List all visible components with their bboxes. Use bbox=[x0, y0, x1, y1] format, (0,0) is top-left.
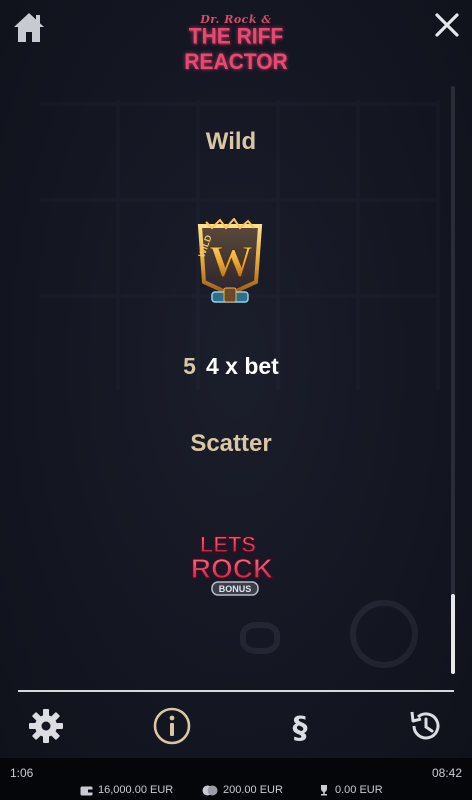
svg-text:W: W bbox=[209, 237, 253, 286]
settings-button[interactable] bbox=[26, 706, 66, 746]
wild-heading: Wild bbox=[205, 128, 257, 155]
wild-payout-row: 5 4 x bet bbox=[0, 353, 462, 380]
section-icon: § bbox=[293, 711, 308, 746]
clock: 08:42 bbox=[431, 766, 462, 780]
svg-text:§: § bbox=[293, 711, 308, 746]
win-value: 0.00 EUR bbox=[335, 784, 383, 796]
wallet-icon bbox=[80, 786, 93, 795]
close-button[interactable] bbox=[432, 10, 462, 40]
gear-icon bbox=[29, 709, 63, 743]
home-icon bbox=[14, 13, 44, 42]
logo-title: THE RIFF REACTOR bbox=[184, 24, 288, 75]
win-display: 0.00 EUR bbox=[318, 784, 383, 796]
balance-value: 16,000.00 EUR bbox=[98, 784, 174, 796]
bottom-toolbar: § bbox=[0, 700, 472, 752]
close-icon bbox=[435, 13, 459, 37]
history-button[interactable] bbox=[406, 706, 446, 746]
trophy-icon bbox=[321, 785, 327, 796]
svg-text:ROCK: ROCK bbox=[191, 553, 273, 584]
top-bar: Dr. Rock & THE RIFF REACTOR bbox=[0, 0, 472, 75]
scatter-heading: Scatter bbox=[190, 430, 272, 457]
info-icon bbox=[153, 707, 191, 745]
lets-rock-bonus-icon: LETS ROCK BONUS bbox=[180, 528, 284, 604]
wild-symbol-icon: W WILD bbox=[190, 217, 270, 310]
paytable-content: Wild W WILD 5 4 x bet Scatter LETS ROCK … bbox=[0, 100, 472, 680]
balance-display: 16,000.00 EUR bbox=[80, 784, 173, 796]
game-logo: Dr. Rock & THE RIFF REACTOR bbox=[140, 14, 332, 75]
status-bar: 1:06 08:42 16,000.00 EUR 200.00 EUR 0.00… bbox=[0, 758, 472, 800]
svg-text:BONUS: BONUS bbox=[219, 584, 252, 594]
bet-display: 200.00 EUR bbox=[202, 784, 283, 796]
home-button[interactable] bbox=[12, 10, 46, 44]
session-time: 1:06 bbox=[10, 766, 34, 780]
bet-value: 200.00 EUR bbox=[223, 784, 283, 796]
toolbar-divider bbox=[18, 690, 454, 692]
history-icon bbox=[410, 711, 440, 740]
chips-icon bbox=[202, 785, 218, 795]
payout-value: 4 x bet bbox=[205, 353, 279, 379]
paytable-screen: Dr. Rock & THE RIFF REACTOR Wild W WILD … bbox=[0, 0, 472, 800]
info-button[interactable] bbox=[152, 706, 192, 746]
rules-button[interactable]: § bbox=[280, 706, 320, 746]
payout-count: 5 bbox=[183, 353, 196, 379]
